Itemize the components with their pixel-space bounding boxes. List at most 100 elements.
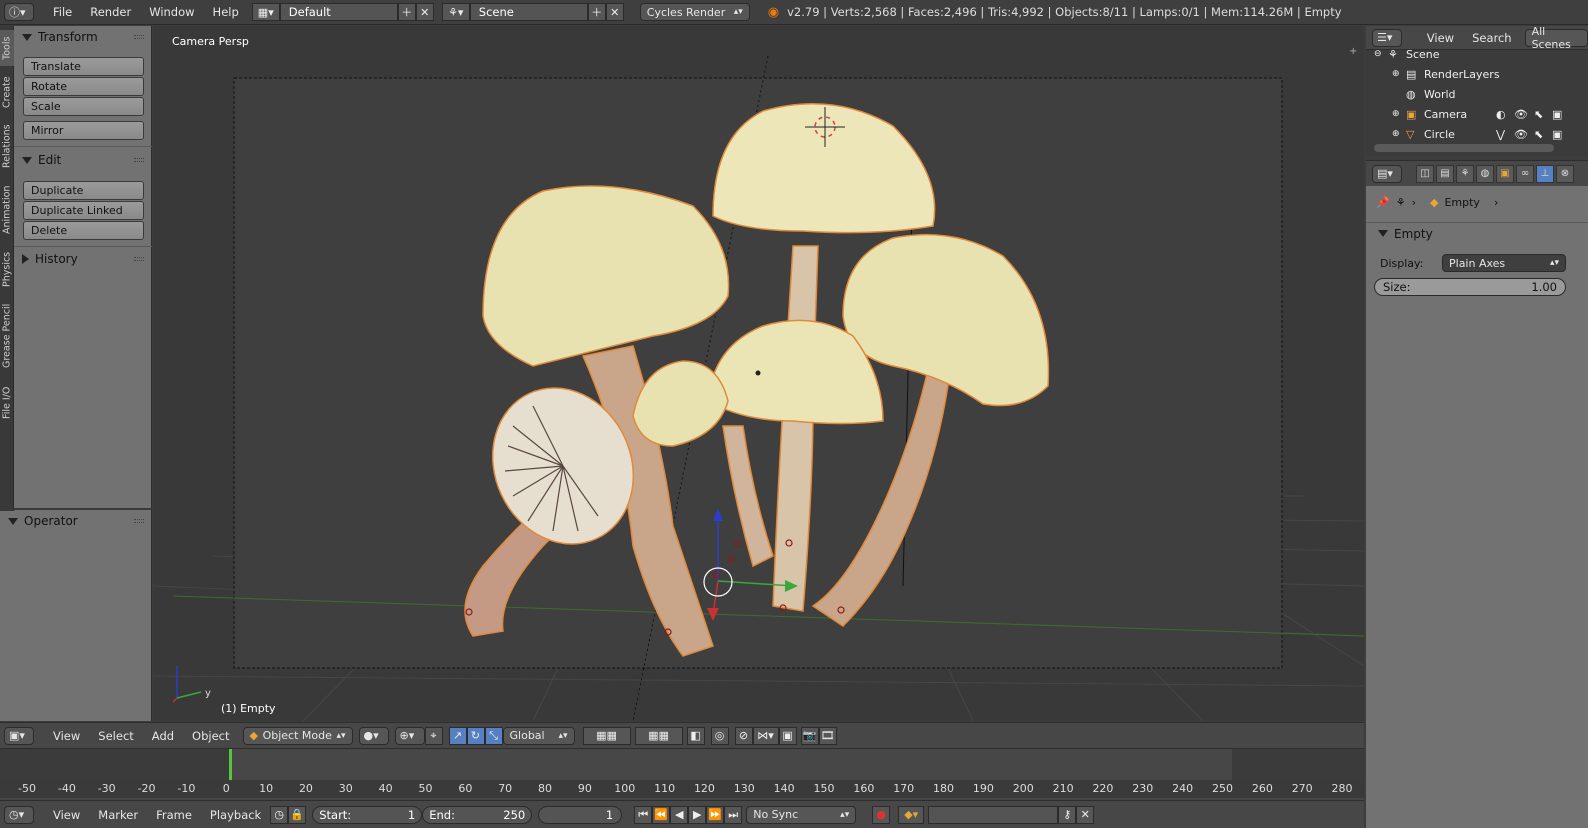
tab-tools[interactable]: Tools [0, 30, 14, 66]
manipulator-toggle-icon[interactable]: ⌖ [424, 726, 443, 745]
delete-keyframe-icon[interactable]: ✕ [1076, 805, 1095, 824]
screen-layout-field[interactable]: Default [279, 3, 398, 21]
insert-keyframe-icon[interactable]: ⚷ [1058, 805, 1077, 824]
shading-select[interactable]: ●▾ [358, 726, 389, 745]
panel-history-header[interactable]: History [14, 249, 152, 269]
outliner-menu-view[interactable]: View [1418, 31, 1463, 45]
snap-toggle-icon[interactable]: ⊘ [734, 726, 753, 745]
timeline-menu-playback[interactable]: Playback [201, 808, 270, 822]
scale-button[interactable]: Scale [23, 97, 144, 116]
panel-transform-header[interactable]: Transform [14, 27, 152, 47]
constraints-tab-icon[interactable]: ∞ [1516, 164, 1534, 183]
panel-edit-header[interactable]: Edit [14, 150, 152, 170]
render-tab-icon[interactable]: ◫ [1416, 164, 1434, 183]
screen-layout-icon[interactable]: ▦▾ [251, 3, 280, 21]
expand-icon[interactable]: ⊕ [1392, 109, 1406, 119]
sync-select[interactable]: No Sync ▴▾ [746, 805, 857, 824]
physics-tab-icon[interactable]: ⊗ [1556, 164, 1574, 183]
world-tab-icon[interactable]: ◍ [1476, 164, 1494, 183]
tab-file-io[interactable]: File I/O [0, 380, 14, 426]
timeline-menu-frame[interactable]: Frame [147, 808, 201, 822]
drag-grip-icon[interactable] [134, 158, 144, 162]
tab-grease-pencil[interactable]: Grease Pencil [0, 298, 14, 374]
tab-create[interactable]: Create [0, 72, 14, 112]
proportional-edit-icon[interactable]: ◎ [710, 726, 729, 745]
scale-manipulator-icon[interactable]: ⤡ [484, 726, 503, 745]
remove-layout-icon[interactable]: ✕ [415, 3, 434, 21]
visibility-eye-icon[interactable]: 👁 [1514, 108, 1534, 121]
scene-tab-icon[interactable]: ⚘ [1456, 164, 1474, 183]
layers-grid-icon[interactable]: ▦▦ [582, 726, 631, 745]
mirror-button[interactable]: Mirror [23, 121, 144, 140]
outliner-menu-search[interactable]: Search [1463, 31, 1521, 45]
current-frame-marker[interactable] [229, 749, 232, 781]
object-data-tab-icon[interactable]: ⊥ [1536, 164, 1554, 183]
current-frame-field[interactable]: 1 [538, 805, 623, 824]
rotate-manipulator-icon[interactable]: ↻ [466, 726, 485, 745]
object-tab-icon[interactable]: ▣ [1496, 164, 1514, 183]
start-frame-field[interactable]: Start: 1 [312, 805, 423, 824]
pin-icon[interactable]: 📌 [1376, 196, 1390, 209]
jump-start-icon[interactable]: ⏮ [634, 805, 653, 824]
timeline-editor-type-button[interactable]: ◷▾ [4, 805, 34, 824]
expand-icon[interactable]: ⊖ [1374, 49, 1388, 59]
viewport-add-region-icon[interactable]: + [1349, 46, 1357, 57]
rotate-button[interactable]: Rotate [23, 77, 144, 96]
renderable-icon[interactable]: ▣ [1552, 128, 1570, 141]
add-scene-icon[interactable]: ＋ [587, 3, 606, 21]
visibility-eye-icon[interactable]: 👁 [1514, 128, 1534, 141]
keying-set-field[interactable] [928, 805, 1059, 824]
jump-keyframe-back-icon[interactable]: ⏪ [652, 805, 671, 824]
play-reverse-icon[interactable]: ◀ [670, 805, 689, 824]
menu-add[interactable]: Add [143, 729, 183, 743]
menu-render[interactable]: Render [81, 5, 140, 19]
outliner-row-world[interactable]: ◍ World [1366, 84, 1588, 104]
timeline-menu-view[interactable]: View [44, 808, 89, 822]
layers-grid-icon-2[interactable]: ▦▦ [634, 726, 683, 745]
delete-button[interactable]: Delete [23, 221, 144, 240]
info-editor-type-button[interactable]: ⓘ▾ [4, 3, 34, 21]
menu-select[interactable]: Select [89, 729, 142, 743]
scene-field[interactable]: Scene [469, 3, 588, 21]
properties-editor-type-button[interactable]: ▤▾ [1372, 164, 1402, 183]
snap-target-icon[interactable]: ▣ [778, 726, 797, 745]
panel-operator-header[interactable]: Operator [0, 511, 152, 531]
editor-type-button[interactable]: ▣▾ [4, 726, 34, 745]
lock-layers-icon[interactable]: ◧ [686, 726, 705, 745]
panel-empty-header[interactable]: Empty [1366, 222, 1588, 244]
end-frame-field[interactable]: End: 250 [422, 805, 533, 824]
expand-icon[interactable]: ⊕ [1392, 69, 1406, 79]
size-field[interactable]: Size: 1.00 [1374, 278, 1566, 296]
outliner-row-camera[interactable]: ⊕ ▣ Camera ◐ 👁 ⬉ ▣ [1366, 104, 1588, 124]
display-select[interactable]: Plain Axes ▴▾ [1442, 254, 1566, 272]
lock-range-icon[interactable]: 🔒 [288, 805, 307, 824]
menu-help[interactable]: Help [204, 5, 248, 19]
scene-icon[interactable]: ⚘▾ [441, 3, 470, 21]
keying-set-icon[interactable]: ◆▾ [898, 805, 925, 824]
preview-range-icon[interactable]: ◷ [270, 805, 289, 824]
tab-animation[interactable]: Animation [0, 180, 14, 240]
snap-element-icon[interactable]: ⋈▾ [752, 726, 779, 745]
tab-physics[interactable]: Physics [0, 246, 14, 292]
renderable-icon[interactable]: ▣ [1552, 108, 1570, 121]
3d-viewport[interactable]: y Camera Persp (1) Empty + [153, 26, 1364, 721]
timeline-menu-marker[interactable]: Marker [89, 808, 147, 822]
duplicate-linked-button[interactable]: Duplicate Linked [23, 201, 144, 220]
selectable-cursor-icon[interactable]: ⬉ [1534, 128, 1552, 141]
jump-keyframe-forward-icon[interactable]: ⏩ [706, 805, 725, 824]
remove-scene-icon[interactable]: ✕ [605, 3, 624, 21]
drag-grip-icon[interactable] [134, 35, 144, 39]
add-layout-icon[interactable]: ＋ [397, 3, 416, 21]
translate-button[interactable]: Translate [23, 57, 144, 76]
expand-icon[interactable]: ⊕ [1392, 129, 1406, 139]
menu-file[interactable]: File [44, 5, 81, 19]
outliner-scrollbar[interactable] [1374, 144, 1554, 152]
drag-grip-icon[interactable] [134, 519, 144, 523]
play-icon[interactable]: ▶ [688, 805, 707, 824]
record-icon[interactable]: ● [872, 805, 891, 824]
translate-manipulator-icon[interactable]: ↗ [448, 726, 467, 745]
viewport-scene[interactable]: y [153, 26, 1364, 721]
pivot-select[interactable]: ⊕▾ [394, 726, 425, 745]
orientation-select[interactable]: Global ▴▾ [502, 726, 575, 745]
selectable-cursor-icon[interactable]: ⬉ [1534, 108, 1552, 121]
